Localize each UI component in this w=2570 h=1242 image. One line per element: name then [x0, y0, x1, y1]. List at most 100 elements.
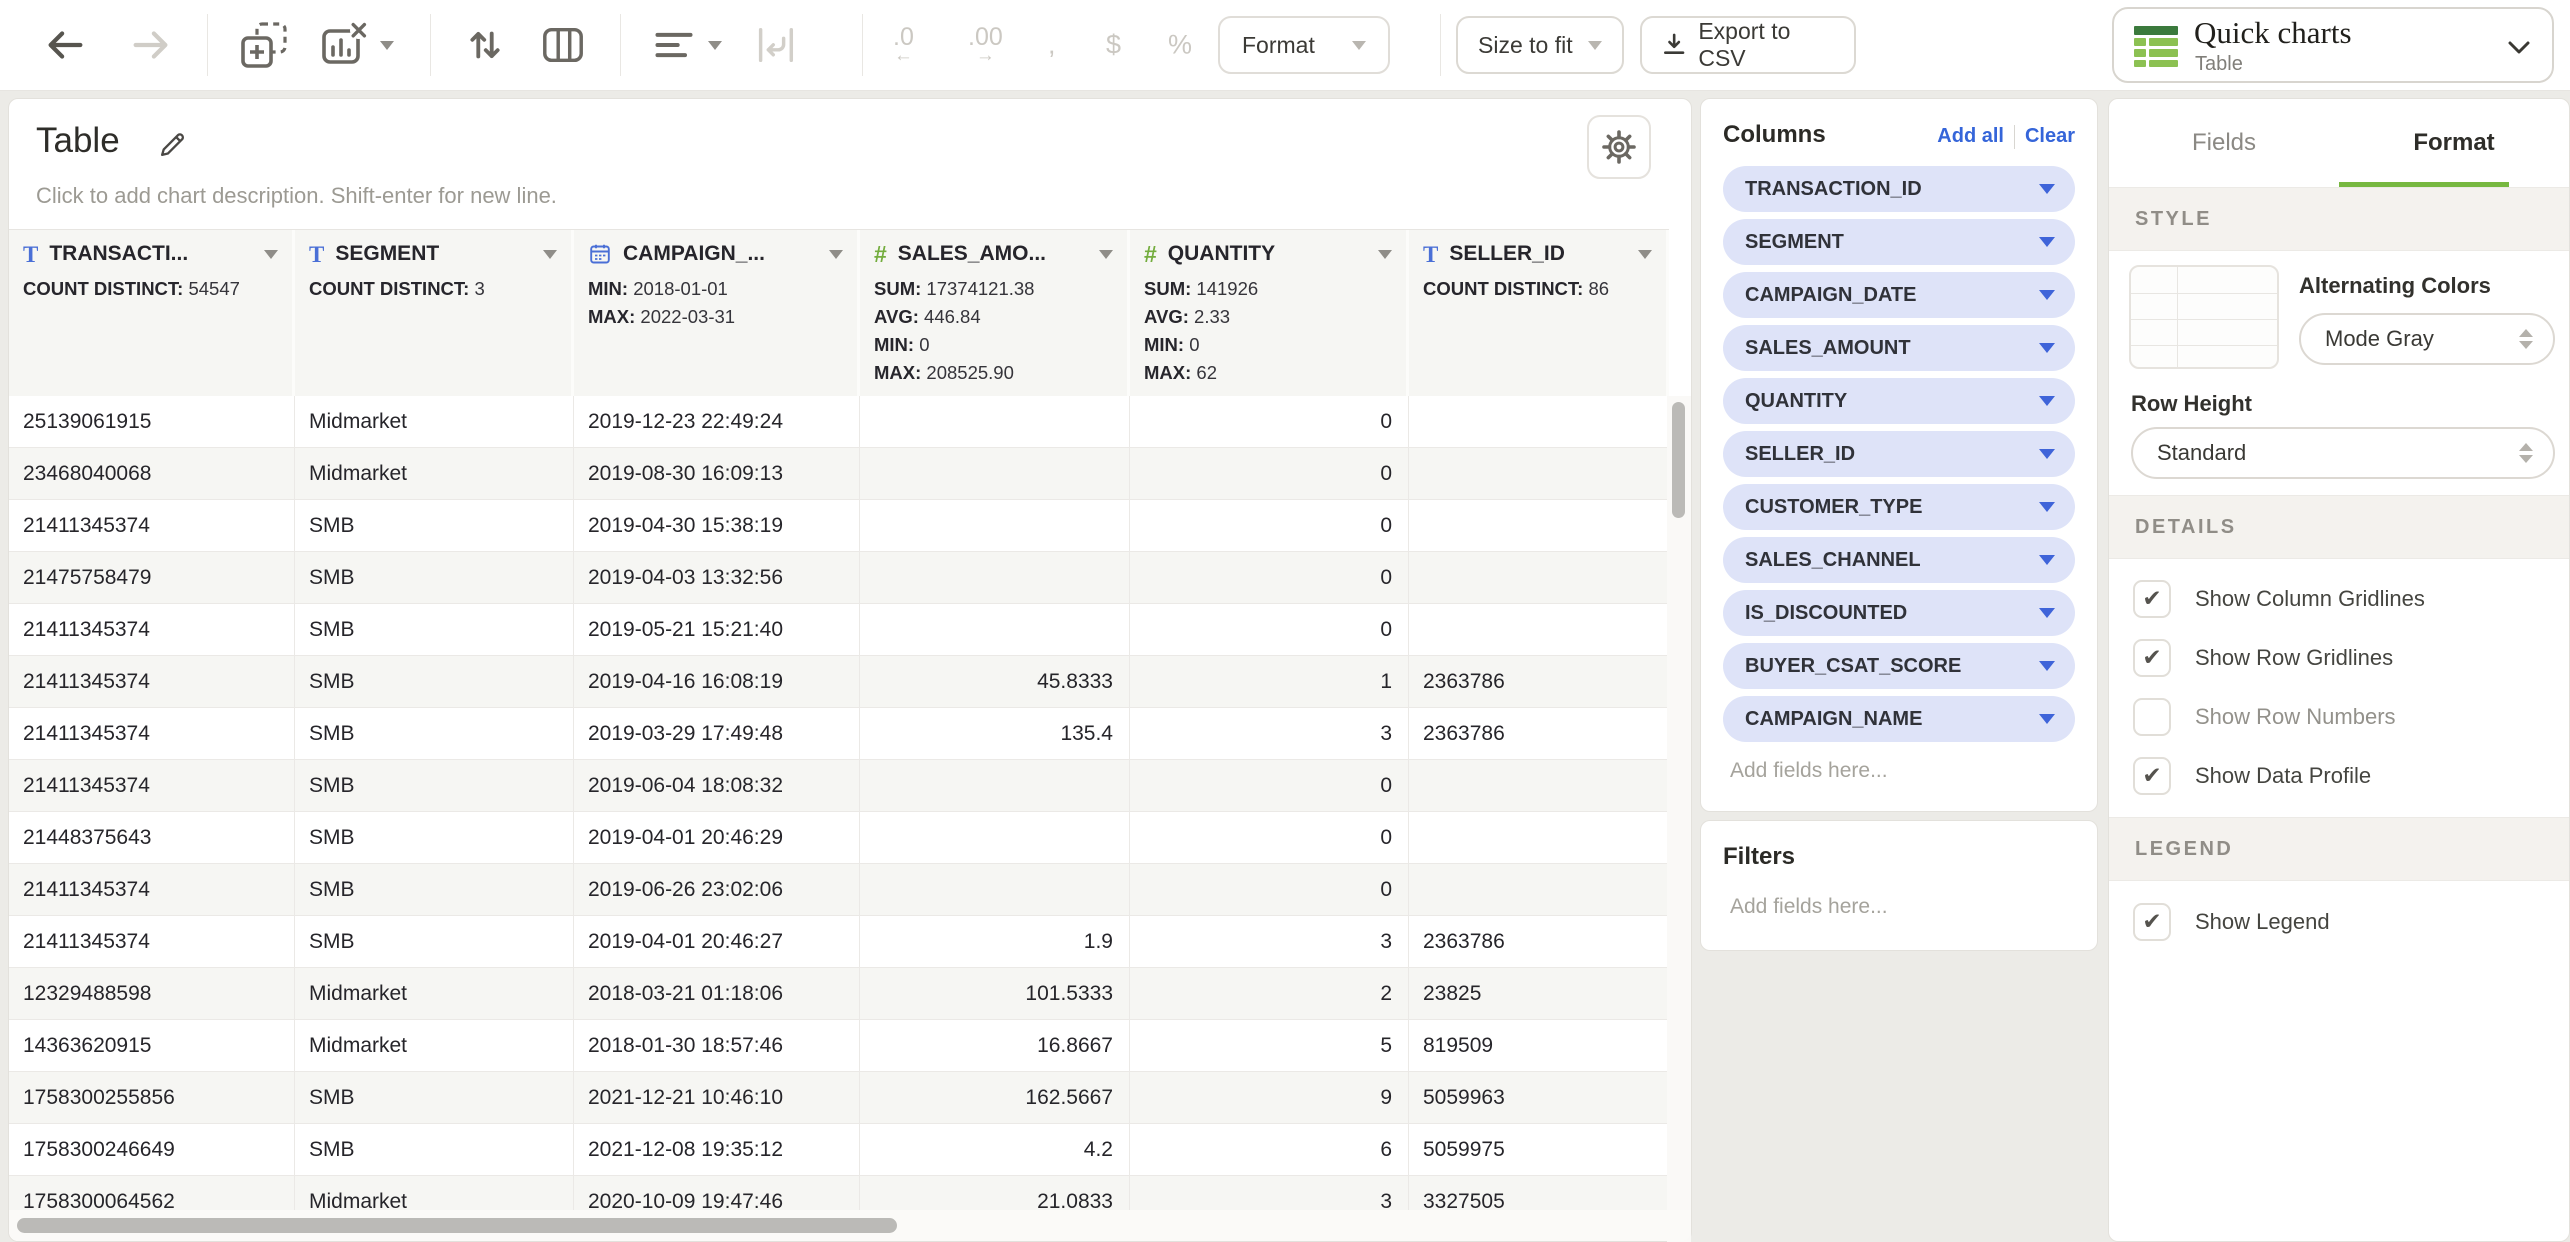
toolbar-divider	[430, 14, 431, 76]
column-pill-segment[interactable]: SEGMENT	[1723, 219, 2075, 265]
column-header-seller-id[interactable]: TSELLER_IDCOUNT DISTINCT: 86	[1409, 230, 1669, 396]
text-type-icon: T	[1423, 243, 1438, 266]
column-menu-chevron-icon[interactable]	[829, 250, 843, 259]
decrease-decimal-button[interactable]: .0←	[893, 26, 914, 64]
column-menu-chevron-icon[interactable]	[1099, 250, 1113, 259]
column-pill-buyer_csat_score[interactable]: BUYER_CSAT_SCORE	[1723, 643, 2075, 689]
checkbox-checked-show-column-gridlines[interactable]: ✔	[2133, 580, 2171, 618]
increase-decimal-button[interactable]: .00→	[968, 26, 1003, 64]
pill-menu-chevron-icon[interactable]	[2039, 449, 2055, 459]
columns-add-fields-placeholder[interactable]: Add fields here...	[1723, 759, 2075, 783]
undo-back-button[interactable]	[42, 22, 88, 68]
vertical-scrollbar[interactable]	[1667, 396, 1691, 1242]
pill-menu-chevron-icon[interactable]	[2039, 608, 2055, 618]
vertical-scrollbar-thumb[interactable]	[1672, 402, 1685, 518]
table-cell: 135.4	[860, 708, 1130, 760]
pill-menu-chevron-icon[interactable]	[2039, 396, 2055, 406]
wrap-text-icon	[752, 22, 798, 68]
table-row: 21448375643SMB2019-04-01 20:46:290	[9, 812, 1669, 864]
size-to-fit-label: Size to fit	[1478, 32, 1573, 59]
tab-format[interactable]: Format	[2339, 99, 2569, 187]
redo-forward-button[interactable]	[128, 22, 174, 68]
add-all-link[interactable]: Add all	[1937, 125, 2004, 148]
table-cell: 14363620915	[9, 1020, 295, 1072]
checkbox-checked-show-legend[interactable]: ✔	[2133, 903, 2171, 941]
thousands-separator-button[interactable]: ,	[1048, 30, 1056, 61]
table-cell: 2363786	[1409, 916, 1669, 968]
pill-menu-chevron-icon[interactable]	[2039, 714, 2055, 724]
table-cell: 2019-04-01 20:46:29	[574, 812, 860, 864]
chart-type-picker[interactable]: Quick charts Table	[2112, 7, 2554, 83]
column-pill-label: SALES_AMOUNT	[1745, 337, 1911, 360]
sort-button[interactable]	[462, 22, 508, 68]
column-pill-transaction_id[interactable]: TRANSACTION_ID	[1723, 166, 2075, 212]
column-pill-sales_channel[interactable]: SALES_CHANNEL	[1723, 537, 2075, 583]
chart-description-placeholder[interactable]: Click to add chart description. Shift-en…	[36, 183, 557, 209]
column-header-campaign-[interactable]: CAMPAIGN_...MIN: 2018-01-01MAX: 2022-03-…	[574, 230, 860, 396]
table-cell: SMB	[295, 864, 574, 916]
pill-menu-chevron-icon[interactable]	[2039, 502, 2055, 512]
chart-settings-button[interactable]	[1587, 115, 1651, 179]
chart-title: Table	[36, 121, 120, 161]
column-pill-campaign_date[interactable]: CAMPAIGN_DATE	[1723, 272, 2075, 318]
column-settings-button[interactable]	[540, 22, 586, 68]
horizontal-scrollbar[interactable]	[9, 1210, 1691, 1241]
column-pill-customer_type[interactable]: CUSTOMER_TYPE	[1723, 484, 2075, 530]
pill-menu-chevron-icon[interactable]	[2039, 290, 2055, 300]
column-pill-sales_amount[interactable]: SALES_AMOUNT	[1723, 325, 2075, 371]
alternating-colors-select[interactable]: Mode Gray	[2299, 313, 2555, 365]
pill-menu-chevron-icon[interactable]	[2039, 343, 2055, 353]
column-menu-chevron-icon[interactable]	[1378, 250, 1392, 259]
checkbox-unchecked-show-row-numbers[interactable]	[2133, 698, 2171, 736]
table-cell: 23468040068	[9, 448, 295, 500]
table-header: TTRANSACTI...COUNT DISTINCT: 54547TSEGME…	[9, 229, 1669, 397]
clear-link[interactable]: Clear	[2025, 125, 2075, 148]
edit-title-button[interactable]	[157, 129, 188, 160]
option-label: Show Legend	[2195, 909, 2330, 935]
table-columns-icon	[540, 22, 586, 68]
delete-chart-button[interactable]	[320, 21, 394, 69]
checkbox-checked-show-row-gridlines[interactable]: ✔	[2133, 639, 2171, 677]
currency-format-button[interactable]: $	[1106, 30, 1121, 61]
format-dropdown-button[interactable]: Format	[1218, 16, 1390, 74]
align-button[interactable]	[652, 23, 722, 67]
column-header-quantity[interactable]: #QUANTITYSUM: 141926AVG: 2.33MIN: 0MAX: …	[1130, 230, 1409, 396]
column-pill-is_discounted[interactable]: IS_DISCOUNTED	[1723, 590, 2075, 636]
pill-menu-chevron-icon[interactable]	[2039, 184, 2055, 194]
pill-menu-chevron-icon[interactable]	[2039, 661, 2055, 671]
table-cell: 2019-04-01 20:46:27	[574, 916, 860, 968]
checkbox-checked-show-data-profile[interactable]: ✔	[2133, 757, 2171, 795]
table-cell: 2021-12-08 19:35:12	[574, 1124, 860, 1176]
column-header-transacti-[interactable]: TTRANSACTI...COUNT DISTINCT: 54547	[9, 230, 295, 396]
size-to-fit-dropdown-button[interactable]: Size to fit	[1456, 16, 1624, 74]
pill-menu-chevron-icon[interactable]	[2039, 237, 2055, 247]
column-pill-quantity[interactable]: QUANTITY	[1723, 378, 2075, 424]
table-style-preview	[2129, 265, 2279, 369]
column-name: SEGMENT	[335, 242, 439, 266]
column-pill-campaign_name[interactable]: CAMPAIGN_NAME	[1723, 696, 2075, 742]
column-pill-label: CUSTOMER_TYPE	[1745, 496, 1922, 519]
row-height-select[interactable]: Standard	[2131, 427, 2555, 479]
percent-format-button[interactable]: %	[1168, 30, 1192, 61]
column-menu-chevron-icon[interactable]	[1638, 250, 1652, 259]
horizontal-scrollbar-thumb[interactable]	[17, 1218, 897, 1233]
column-header-sales-amo-[interactable]: #SALES_AMO...SUM: 17374121.38AVG: 446.84…	[860, 230, 1130, 396]
column-menu-chevron-icon[interactable]	[264, 250, 278, 259]
duplicate-chart-button[interactable]	[240, 21, 288, 69]
column-menu-chevron-icon[interactable]	[543, 250, 557, 259]
export-to-csv-button[interactable]: Export to CSV	[1640, 16, 1856, 74]
table-row: 12329488598Midmarket2018-03-21 01:18:061…	[9, 968, 1669, 1020]
column-pill-seller_id[interactable]: SELLER_ID	[1723, 431, 2075, 477]
column-header-segment[interactable]: TSEGMENTCOUNT DISTINCT: 3	[295, 230, 574, 396]
option-row: ✔ Show Legend	[2109, 892, 2569, 951]
number-type-icon: #	[1144, 243, 1157, 266]
remove-chart-icon	[320, 21, 368, 69]
wrap-text-button[interactable]	[752, 22, 798, 68]
details-options: ✔Show Column Gridlines✔Show Row Gridline…	[2109, 569, 2569, 805]
tab-fields[interactable]: Fields	[2109, 99, 2339, 187]
columns-panel-title: Columns	[1723, 121, 1826, 149]
table-cell: 2019-03-29 17:49:48	[574, 708, 860, 760]
table-cell	[1409, 552, 1669, 604]
pill-menu-chevron-icon[interactable]	[2039, 555, 2055, 565]
filters-add-fields-placeholder[interactable]: Add fields here...	[1723, 895, 2075, 919]
